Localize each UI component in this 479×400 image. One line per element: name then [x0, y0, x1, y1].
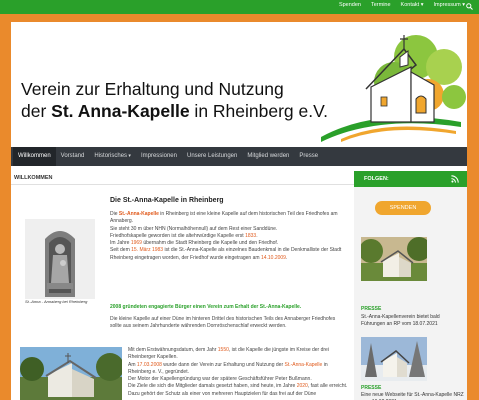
post-title-2[interactable]: Eine neue Webseite für St.-Anna-Kapelle … [361, 392, 465, 400]
kapelle-link[interactable]: St.-Anna-Kapelle [119, 211, 159, 217]
rss-icon[interactable] [451, 175, 459, 183]
top-nav: Spenden Termine Kontakt Impressum [339, 2, 465, 8]
post-title-1[interactable]: St.-Anna-Kapellenverein bietet bald Führ… [361, 314, 465, 327]
site-title-line2[interactable]: der St. Anna-Kapelle in Rheinberg e.V. [21, 101, 328, 122]
post-thumbnail-1[interactable] [361, 237, 427, 281]
search-icon[interactable] [466, 3, 473, 10]
main-content: WILLKOMMEN Die St.-Anna-Kapelle in Rhein… [11, 171, 354, 400]
history-paragraph: Mit dem Erstwähnungsdatum, dem Jahr 1550… [128, 347, 348, 397]
nav-unsere-leistungen[interactable]: Unsere Leistungen [182, 147, 242, 166]
site-header: Verein zur Erhaltung und Nutzung der St.… [11, 22, 467, 147]
nav-impressionen[interactable]: Impressionen [136, 147, 182, 166]
site-title-line1[interactable]: Verein zur Erhaltung und Nutzung [21, 79, 284, 100]
post-category-2[interactable]: PRESSE [361, 385, 381, 391]
intro-paragraph: Die St.-Anna-Kapelle in Rheinberg ist ei… [110, 211, 342, 261]
page-container: Verein zur Erhaltung und Nutzung der St.… [11, 22, 467, 400]
nav-vorstand[interactable]: Vorstand [56, 147, 90, 166]
nav-mitglied-werden[interactable]: Mitglied werden [242, 147, 294, 166]
main-nav: Willkommen Vorstand Historisches Impress… [11, 147, 467, 166]
statue-image [25, 219, 95, 299]
topnav-impressum[interactable]: Impressum [434, 2, 466, 8]
nav-willkommen[interactable]: Willkommen [13, 147, 56, 166]
post-thumbnail-2[interactable] [361, 337, 427, 381]
sidebar: FOLGEN: SPENDEN PRESSE St.-Anna-Kapellen… [354, 171, 467, 400]
statue-caption: St.-Anna - Annaberg bei Rheinberg [25, 299, 88, 304]
nav-presse[interactable]: Presse [294, 147, 323, 166]
founding-note: 2008 gründeten engagierte Bürger einen V… [110, 304, 302, 310]
chapel-logo [321, 35, 466, 142]
breadcrumb: WILLKOMMEN [11, 171, 354, 185]
top-bar: Spenden Termine Kontakt Impressum [0, 0, 479, 14]
kapelle-link-2[interactable]: St.-Anna-Kapelle [285, 362, 323, 368]
spenden-button[interactable]: SPENDEN [375, 201, 431, 215]
topnav-termine[interactable]: Termine [371, 2, 391, 8]
nav-historisches[interactable]: Historisches [89, 147, 136, 166]
topnav-spenden[interactable]: Spenden [339, 2, 361, 8]
dune-paragraph: Die kleine Kapelle auf einer Düne im hin… [110, 316, 336, 330]
chapel-photo [20, 347, 122, 400]
article-title: Die St.-Anna-Kapelle in Rheinberg [110, 197, 224, 204]
topnav-kontakt[interactable]: Kontakt [401, 2, 424, 8]
post-category-1[interactable]: PRESSE [361, 306, 381, 312]
